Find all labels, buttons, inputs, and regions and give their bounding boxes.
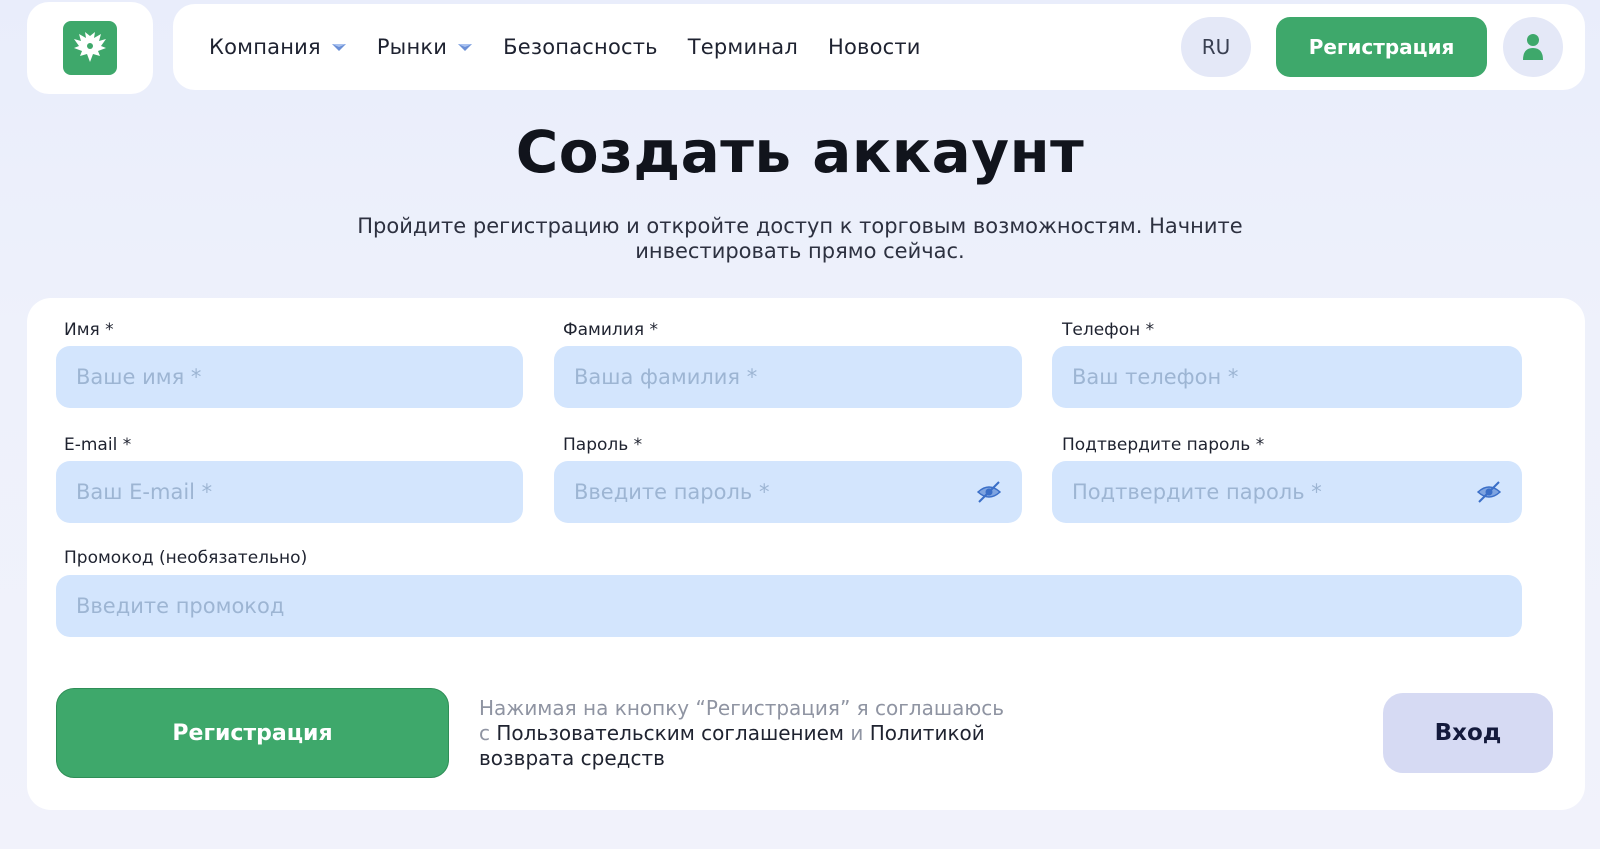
- terms-line: с Пользовательским соглашением и Политик…: [479, 721, 1119, 746]
- user-icon: [1523, 34, 1543, 60]
- language-switcher[interactable]: RU: [1181, 17, 1251, 77]
- confirm-password-field-wrap: [1052, 461, 1522, 523]
- refund-policy-link[interactable]: Политикой: [870, 721, 985, 745]
- promo-label: Промокод (необязательно): [64, 548, 308, 568]
- promo-input[interactable]: [56, 575, 1522, 637]
- nav-item-terminal[interactable]: Терминал: [688, 35, 798, 59]
- last-name-input[interactable]: [554, 346, 1022, 408]
- last-name-field-wrap: [554, 346, 1022, 408]
- first-name-input[interactable]: [56, 346, 523, 408]
- terms-line: Нажимая на кнопку “Регистрация” я соглаш…: [479, 696, 1005, 720]
- nav-item-label: Терминал: [687, 35, 798, 59]
- logo-card[interactable]: [27, 2, 153, 94]
- nav-menu: Компания Рынки Безопасность Терминал Нов…: [209, 4, 921, 90]
- subtitle-line: инвестировать прямо сейчас.: [635, 239, 965, 263]
- confirm-password-input[interactable]: [1052, 461, 1522, 523]
- nav-item-news[interactable]: Новости: [828, 35, 921, 59]
- email-field-wrap: [56, 461, 523, 523]
- first-name-label: Имя *: [64, 320, 114, 340]
- email-input[interactable]: [56, 461, 523, 523]
- password-input[interactable]: [554, 461, 1022, 523]
- nav-item-company[interactable]: Компания: [209, 35, 347, 59]
- registration-form: Имя * Фамилия * Телефон * E-mail * Парол…: [27, 298, 1585, 810]
- password-field-wrap: [554, 461, 1022, 523]
- register-submit-button[interactable]: Регистрация: [56, 688, 449, 778]
- eye-off-icon[interactable]: [976, 480, 1002, 504]
- chevron-down-icon: [458, 44, 473, 51]
- email-label: E-mail *: [64, 435, 132, 455]
- header-register-button[interactable]: Регистрация: [1276, 17, 1487, 77]
- terms-prefix: с: [479, 721, 497, 745]
- page-title: Создать аккаунт: [515, 118, 1085, 186]
- chevron-down-icon: [331, 44, 346, 51]
- eagle-logo-icon: [63, 21, 117, 75]
- phone-field-wrap: [1052, 346, 1522, 408]
- terms-notice: Нажимая на кнопку “Регистрация” я соглаш…: [479, 696, 1119, 771]
- first-name-field-wrap: [56, 346, 523, 408]
- nav-item-markets[interactable]: Рынки: [377, 35, 473, 59]
- nav-item-label: Рынки: [376, 35, 448, 59]
- user-agreement-link[interactable]: Пользовательским соглашением: [496, 721, 844, 745]
- top-navbar: Компания Рынки Безопасность Терминал Нов…: [173, 4, 1585, 90]
- nav-item-label: Новости: [827, 35, 921, 59]
- page-subtitle: Пройдите регистрацию и откройте доступ к…: [300, 214, 1300, 264]
- nav-item-label: Безопасность: [503, 35, 658, 59]
- nav-item-label: Компания: [209, 35, 321, 59]
- last-name-label: Фамилия *: [563, 320, 658, 340]
- phone-label: Телефон *: [1062, 320, 1155, 340]
- eye-off-icon[interactable]: [1476, 480, 1502, 504]
- login-button[interactable]: Вход: [1383, 693, 1553, 773]
- nav-item-security[interactable]: Безопасность: [503, 35, 658, 59]
- refund-policy-link-continued[interactable]: возврата средств: [479, 746, 1119, 771]
- terms-conjunction: и: [844, 721, 870, 745]
- password-label: Пароль *: [563, 435, 643, 455]
- promo-field-wrap: [56, 575, 1522, 637]
- confirm-password-label: Подтвердите пароль *: [1062, 435, 1265, 455]
- phone-input[interactable]: [1052, 346, 1522, 408]
- subtitle-line: Пройдите регистрацию и откройте доступ к…: [357, 214, 1243, 238]
- user-profile-button[interactable]: [1503, 17, 1563, 77]
